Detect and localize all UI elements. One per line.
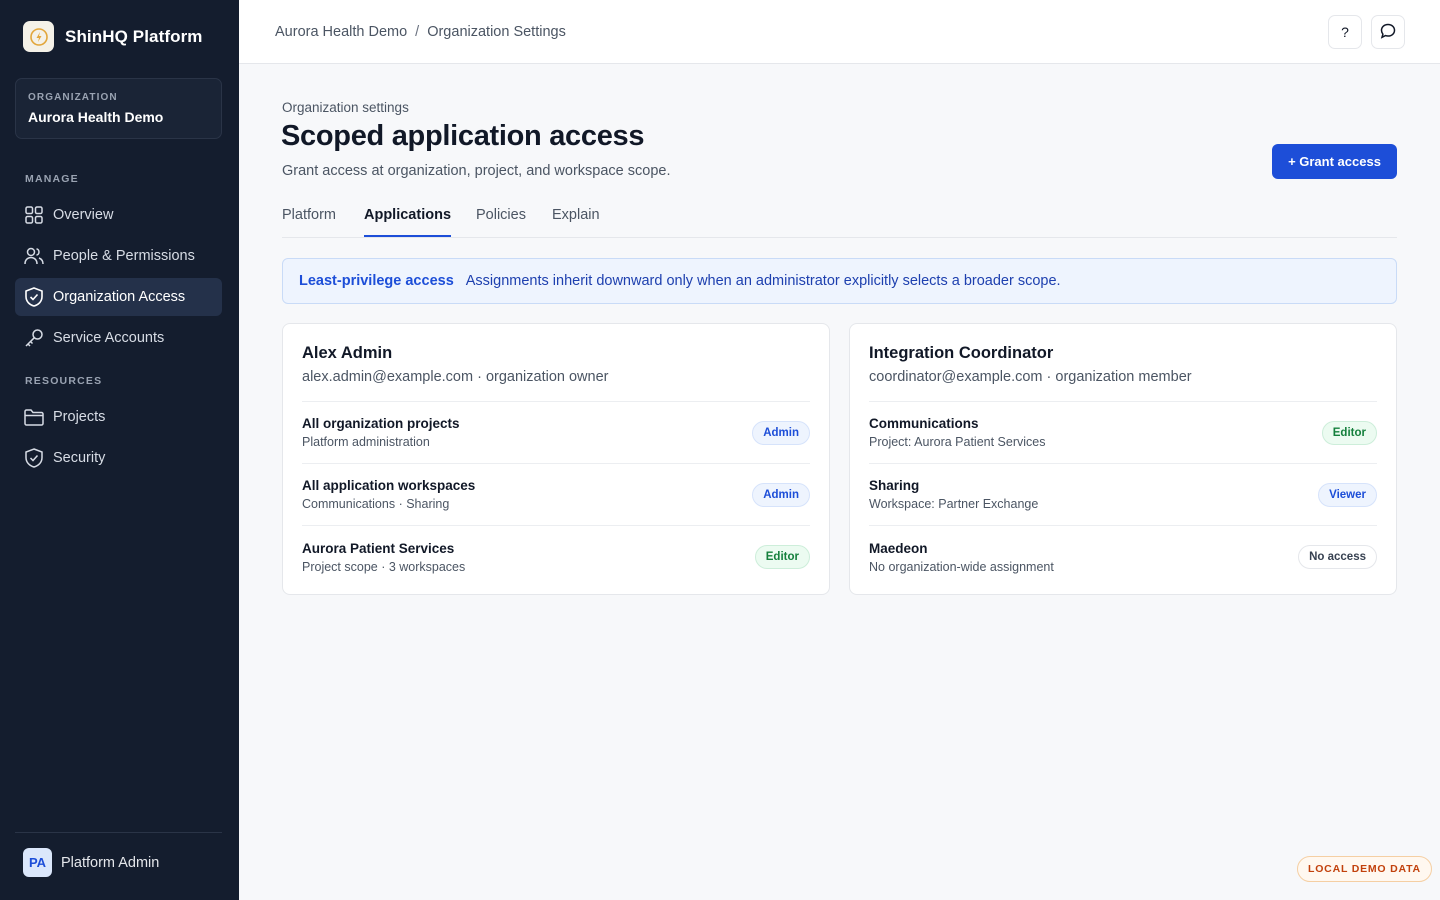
assignment-row[interactable]: All application workspaces Communication…	[302, 464, 810, 526]
sidebar-item-label: Projects	[53, 409, 106, 425]
brand-name: ShinHQ Platform	[65, 26, 203, 46]
nav-section-manage: MANAGE	[25, 173, 79, 185]
folder-icon	[24, 407, 44, 427]
user-menu[interactable]: PA Platform Admin	[23, 848, 159, 877]
assignment-row[interactable]: Communications Project: Aurora Patient S…	[869, 402, 1377, 464]
tab-policies[interactable]: Policies	[476, 207, 526, 235]
tab-platform[interactable]: Platform	[282, 207, 336, 235]
role-badge: Editor	[1321, 420, 1377, 445]
page-eyebrow: Organization settings	[282, 100, 409, 115]
assignment-detail: Platform administration	[302, 435, 430, 449]
grant-access-button[interactable]: + Grant access	[1272, 144, 1397, 179]
assignment-detail: Communications · Sharing	[302, 497, 450, 511]
principal-subtitle: alex.admin@example.com · organization ow…	[302, 369, 609, 385]
assignment-detail: No organization-wide assignment	[869, 559, 1054, 574]
sidebar-item-label: Security	[53, 450, 106, 466]
role-badge: Editor	[754, 545, 810, 569]
sidebar-item-label: Service Accounts	[53, 330, 165, 346]
tabs: Platform Applications Policies Explain	[282, 198, 1397, 238]
principal-name: Integration Coordinator	[869, 344, 1054, 362]
topbar: Aurora Health Demo / Organization Settin…	[239, 0, 1440, 64]
breadcrumb-separator: /	[415, 24, 420, 40]
assignment-row[interactable]: Maedeon No organization-wide assignment …	[869, 526, 1377, 588]
chat-bubble-icon	[1380, 23, 1396, 42]
help-button[interactable]: ?	[1328, 15, 1362, 49]
assignment-list: All organization projects Platform admin…	[302, 401, 810, 588]
least-privilege-banner: Least-privilege access Assignments inher…	[282, 258, 1397, 304]
sidebar: ShinHQ Platform ORGANIZATION Aurora Heal…	[0, 0, 239, 900]
sidebar-item-overview[interactable]: Overview	[15, 196, 222, 234]
main-content: Organization settings Scoped application…	[239, 64, 1440, 900]
principal-card-integration-coordinator: Integration Coordinator coordinator@exam…	[849, 323, 1397, 595]
feedback-button[interactable]	[1371, 15, 1405, 49]
principal-name: Alex Admin	[302, 344, 393, 362]
sidebar-item-service-accounts[interactable]: Service Accounts	[15, 319, 222, 357]
assignment-list: Communications Project: Aurora Patient S…	[869, 401, 1377, 588]
users-icon	[24, 246, 44, 266]
sidebar-item-label: Organization Access	[53, 289, 186, 305]
assignment-title: Maedeon	[869, 540, 928, 556]
sidebar-item-organization-access[interactable]: Organization Access	[15, 278, 222, 316]
sidebar-item-projects[interactable]: Projects	[15, 398, 222, 436]
assignment-title: Aurora Patient Services	[302, 540, 455, 556]
assignment-row[interactable]: All organization projects Platform admin…	[302, 402, 810, 464]
role-badge: Admin	[752, 482, 810, 507]
organization-label: ORGANIZATION	[28, 92, 118, 103]
sidebar-item-label: People & Permissions	[53, 248, 195, 264]
sidebar-item-label: Overview	[53, 207, 114, 223]
page-subtitle: Grant access at organization, project, a…	[282, 163, 671, 179]
breadcrumb-item-current: Organization Settings	[427, 24, 566, 40]
role-badge: Viewer	[1318, 482, 1377, 507]
assignment-title: All application workspaces	[302, 478, 476, 493]
shield-icon	[24, 287, 44, 307]
assignment-detail: Workspace: Partner Exchange	[869, 497, 1039, 511]
brand-logo-icon	[23, 21, 54, 52]
assignment-detail: Project scope · 3 workspaces	[302, 559, 466, 574]
assignment-detail: Project: Aurora Patient Services	[869, 435, 1046, 449]
assignment-row[interactable]: Aurora Patient Services Project scope · …	[302, 526, 810, 588]
banner-title: Least-privilege access	[299, 273, 454, 289]
breadcrumb: Aurora Health Demo / Organization Settin…	[275, 24, 566, 40]
organization-switcher[interactable]: ORGANIZATION Aurora Health Demo	[15, 78, 222, 139]
principal-card-alex-admin: Alex Admin alex.admin@example.com · orga…	[282, 323, 830, 595]
assignment-title: All organization projects	[302, 416, 460, 431]
brand[interactable]: ShinHQ Platform	[23, 21, 203, 52]
role-badge: No access	[1298, 545, 1377, 569]
help-icon: ?	[1341, 24, 1349, 40]
breadcrumb-item-organization[interactable]: Aurora Health Demo	[275, 24, 407, 40]
sidebar-divider	[15, 832, 222, 833]
assignment-row[interactable]: Sharing Workspace: Partner Exchange View…	[869, 464, 1377, 526]
avatar: PA	[23, 848, 52, 877]
shield-check-icon	[24, 448, 44, 468]
sidebar-item-people-permissions[interactable]: People & Permissions	[15, 237, 222, 275]
assignment-title: Sharing	[869, 478, 920, 493]
page-title: Scoped application access	[281, 120, 645, 152]
nav-section-resources: RESOURCES	[25, 375, 103, 387]
principal-subtitle: coordinator@example.com · organization m…	[869, 369, 1192, 385]
user-name: Platform Admin	[61, 854, 160, 871]
role-badge: Admin	[752, 420, 810, 445]
tab-explain[interactable]: Explain	[552, 207, 600, 235]
tab-applications[interactable]: Applications	[364, 207, 452, 237]
key-icon	[24, 328, 44, 348]
grid-icon	[24, 205, 44, 225]
demo-data-badge: LOCAL DEMO DATA	[1297, 856, 1432, 882]
sidebar-item-security[interactable]: Security	[15, 439, 222, 477]
organization-name: Aurora Health Demo	[28, 109, 164, 125]
assignment-title: Communications	[869, 416, 979, 431]
banner-text: Assignments inherit downward only when a…	[465, 273, 1061, 289]
